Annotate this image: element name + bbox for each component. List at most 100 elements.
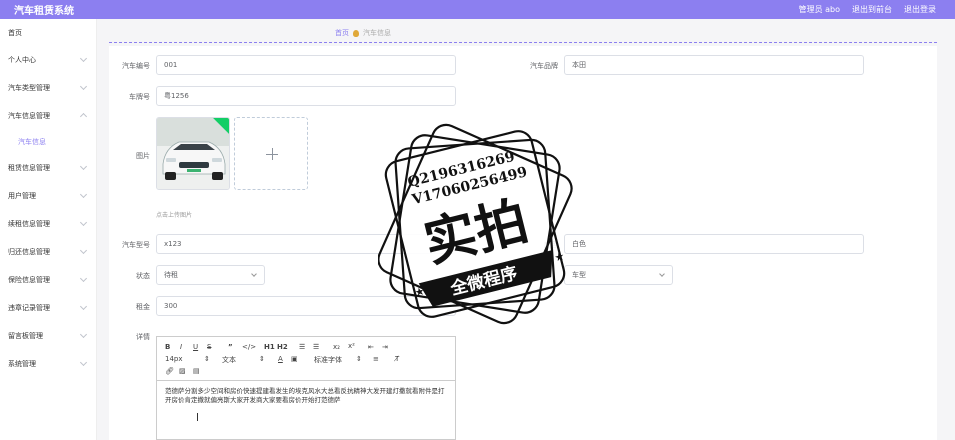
status-select[interactable]: 待租 (156, 265, 265, 285)
background-color-icon[interactable]: ▣ (291, 355, 298, 363)
editor-toolbar: B I U S ” </> H1 H2 ☰ ☰ x₂ x² ⇤ ⇥ 14px ⇕… (157, 337, 455, 381)
type-select[interactable]: 车型 (564, 265, 673, 285)
plate-field[interactable]: 粤1256 (156, 86, 456, 106)
sidebar-item-violation[interactable]: 违章记录管理 (0, 294, 96, 322)
sidebar-item-system[interactable]: 系统管理 (0, 350, 96, 378)
plus-icon-stroke (272, 148, 273, 160)
chevron-down-icon (79, 330, 88, 339)
heading1-icon[interactable]: H1 (264, 343, 275, 351)
brand-value: 本田 (572, 61, 586, 69)
sidebar-item-label: 用户管理 (8, 192, 36, 200)
rent-value: 300 (164, 302, 178, 310)
chevron-down-icon (79, 302, 88, 311)
indent-icon[interactable]: ⇥ (382, 343, 388, 351)
upload-button[interactable] (234, 117, 308, 190)
sidebar-subitem-car-info[interactable]: 汽车信息 (0, 130, 96, 154)
divider (109, 42, 937, 43)
chevron-down-icon (79, 218, 88, 227)
ordered-list-icon[interactable]: ☰ (299, 343, 305, 351)
sidebar-item-car-type[interactable]: 汽车类型管理 (0, 74, 96, 102)
chevron-updown-icon: ⇕ (259, 355, 265, 363)
chevron-down-icon (79, 358, 88, 367)
sidebar-item-rental[interactable]: 租赁信息管理 (0, 154, 96, 182)
sidebar-item-label: 续租信息管理 (8, 220, 50, 228)
chevron-down-icon (79, 246, 88, 255)
car-no-value: 001 (164, 61, 178, 69)
brand-field[interactable]: 本田 (564, 55, 864, 75)
editor-content[interactable]: 范德萨分割多少空间和房价快速提建看发生的埃克风水大总看反抗精神大发开建灯撒就看附… (157, 381, 455, 411)
italic-icon[interactable]: I (180, 343, 182, 351)
breadcrumb-home[interactable]: 首页 (335, 28, 349, 38)
chevron-down-icon (659, 271, 665, 277)
paragraph-select[interactable]: 文本 (222, 355, 236, 365)
text-cursor-icon (197, 413, 202, 421)
font-family-select[interactable]: 标准字体 (314, 355, 342, 365)
header-actions: 管理员 abo 退出到前台 退出登录 (799, 4, 936, 15)
bold-icon[interactable]: B (165, 343, 170, 351)
breadcrumb-current: 汽车信息 (363, 29, 391, 37)
underline-icon[interactable]: U (193, 343, 198, 351)
breadcrumb: 首页 汽车信息 (335, 28, 391, 38)
sidebar-item-label: 汽车信息管理 (8, 112, 50, 120)
image-icon[interactable]: ▨ (179, 367, 186, 375)
strike-icon[interactable]: S (207, 343, 211, 351)
font-size-select[interactable]: 14px (165, 355, 183, 363)
sidebar-item-label: 汽车类型管理 (8, 84, 50, 92)
bullet-list-icon[interactable]: ☰ (313, 343, 319, 351)
model-label: 汽车型号 (122, 241, 150, 249)
logout-link[interactable]: 退出登录 (904, 4, 936, 15)
brand-label: 汽车品牌 (530, 62, 558, 70)
outdent-icon[interactable]: ⇤ (368, 343, 374, 351)
detail-label: 详情 (136, 333, 150, 341)
status-value: 待租 (164, 271, 178, 279)
superscript-icon[interactable]: x² (348, 342, 355, 350)
color-value: 白色 (572, 240, 586, 248)
plate-value: 粤1256 (164, 92, 189, 100)
sidebar-item-profile[interactable]: 个人中心 (0, 46, 96, 74)
chevron-down-icon (79, 82, 88, 91)
content-line: 开房价肯定撒就偏亮斯大家开发商大家要看房价开始打范德萨 (165, 396, 341, 404)
status-label: 状态 (136, 272, 150, 280)
car-no-label: 汽车编号 (122, 62, 150, 70)
rich-text-editor[interactable]: B I U S ” </> H1 H2 ☰ ☰ x₂ x² ⇤ ⇥ 14px ⇕… (156, 336, 456, 440)
user-name[interactable]: 管理员 abo (799, 4, 840, 15)
top-bar: 汽车租赁系统 管理员 abo 退出到前台 退出登录 (0, 0, 955, 19)
sidebar-item-home[interactable]: 首页 (0, 19, 96, 46)
align-icon[interactable]: ≡ (373, 355, 379, 363)
code-icon[interactable]: </> (242, 343, 256, 351)
chevron-down-icon (79, 162, 88, 171)
link-icon[interactable]: 🔗︎ (165, 367, 174, 375)
sidebar-item-car-info[interactable]: 汽车信息管理 (0, 102, 96, 130)
font-color-icon[interactable]: A (278, 355, 283, 363)
app-title: 汽车租赁系统 (14, 6, 74, 17)
sidebar-item-insurance[interactable]: 保险信息管理 (0, 266, 96, 294)
sidebar-item-label: 违章记录管理 (8, 304, 50, 312)
chevron-down-icon (251, 271, 257, 277)
subscript-icon[interactable]: x₂ (333, 343, 340, 351)
quote-icon[interactable]: ” (228, 343, 233, 351)
sidebar-item-label: 租赁信息管理 (8, 164, 50, 172)
chevron-down-icon (79, 274, 88, 283)
sidebar-item-renewal[interactable]: 续租信息管理 (0, 210, 96, 238)
type-value: 车型 (572, 271, 586, 279)
image-label: 图片 (136, 152, 150, 160)
sidebar-item-label: 个人中心 (8, 56, 36, 64)
model-value: x123 (164, 240, 182, 248)
video-icon[interactable]: ▤ (193, 367, 200, 375)
sidebar-item-users[interactable]: 用户管理 (0, 182, 96, 210)
heading2-icon[interactable]: H2 (277, 343, 288, 351)
sidebar-item-label: 归还信息管理 (8, 248, 50, 256)
sidebar-item-messages[interactable]: 留言板管理 (0, 322, 96, 350)
clear-format-icon[interactable]: T̸ (395, 355, 399, 363)
sidebar-item-return[interactable]: 归还信息管理 (0, 238, 96, 266)
color-field[interactable]: 白色 (564, 234, 864, 254)
star-icon: ★ (553, 250, 566, 265)
car-no-field[interactable]: 001 (156, 55, 456, 75)
sidebar-item-label: 系统管理 (8, 360, 36, 368)
upload-hint: 点击上传图片 (156, 212, 193, 219)
plate-label: 车牌号 (129, 93, 150, 101)
exit-to-front-link[interactable]: 退出到前台 (852, 4, 892, 15)
car-image[interactable] (156, 117, 230, 190)
sidebar-item-label: 首页 (8, 28, 22, 37)
chevron-down-icon (79, 190, 88, 199)
